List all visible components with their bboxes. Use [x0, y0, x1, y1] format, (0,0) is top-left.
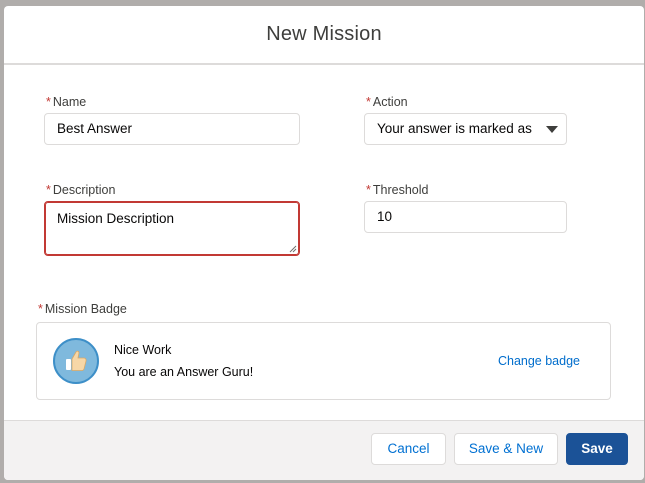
modal-header: New Mission — [4, 6, 644, 65]
description-textarea[interactable]: Mission Description — [44, 201, 300, 256]
mission-badge-card: Nice Work You are an Answer Guru! Change… — [36, 322, 611, 400]
required-marker: * — [46, 183, 51, 197]
required-marker: * — [38, 302, 43, 316]
name-input-value: Best Answer — [57, 121, 133, 136]
new-mission-modal: New Mission * Name Best Answer * Action Yo… — [4, 6, 644, 480]
threshold-input-value: 10 — [377, 209, 393, 224]
modal-footer: Cancel Save & New Save — [4, 420, 644, 480]
mission-badge-label-text: Mission Badge — [44, 302, 127, 316]
save-button[interactable]: Save — [566, 433, 628, 465]
action-select-value: Your answer is marked as b — [377, 121, 535, 136]
chevron-down-icon — [546, 126, 558, 133]
thumbs-up-icon — [66, 350, 87, 371]
threshold-label: * Threshold — [366, 183, 428, 197]
name-label-text: Name — [52, 95, 87, 109]
required-marker: * — [366, 95, 371, 109]
description-textarea-value: Mission Description — [57, 211, 175, 226]
action-label: * Action — [366, 95, 408, 109]
description-label: * Description — [46, 183, 115, 197]
threshold-label-text: Threshold — [372, 183, 429, 197]
resize-handle-icon[interactable] — [289, 245, 297, 253]
badge-description: You are an Answer Guru! — [114, 365, 254, 379]
modal-body: * Name Best Answer * Action Your answer is… — [4, 65, 644, 425]
name-input[interactable]: Best Answer — [44, 113, 300, 145]
modal-title: New Mission — [266, 23, 382, 45]
cancel-button[interactable]: Cancel — [371, 433, 446, 465]
save-and-new-button[interactable]: Save & New — [454, 433, 558, 465]
mission-badge-label: * Mission Badge — [38, 302, 127, 316]
description-label-text: Description — [52, 183, 116, 197]
change-badge-link[interactable]: Change badge — [498, 354, 580, 368]
required-marker: * — [46, 95, 51, 109]
action-label-text: Action — [372, 95, 408, 109]
action-select[interactable]: Your answer is marked as b — [364, 113, 567, 145]
name-label: * Name — [46, 95, 86, 109]
threshold-input[interactable]: 10 — [364, 201, 567, 233]
badge-name: Nice Work — [114, 343, 172, 357]
required-marker: * — [366, 183, 371, 197]
badge-image — [53, 338, 99, 384]
